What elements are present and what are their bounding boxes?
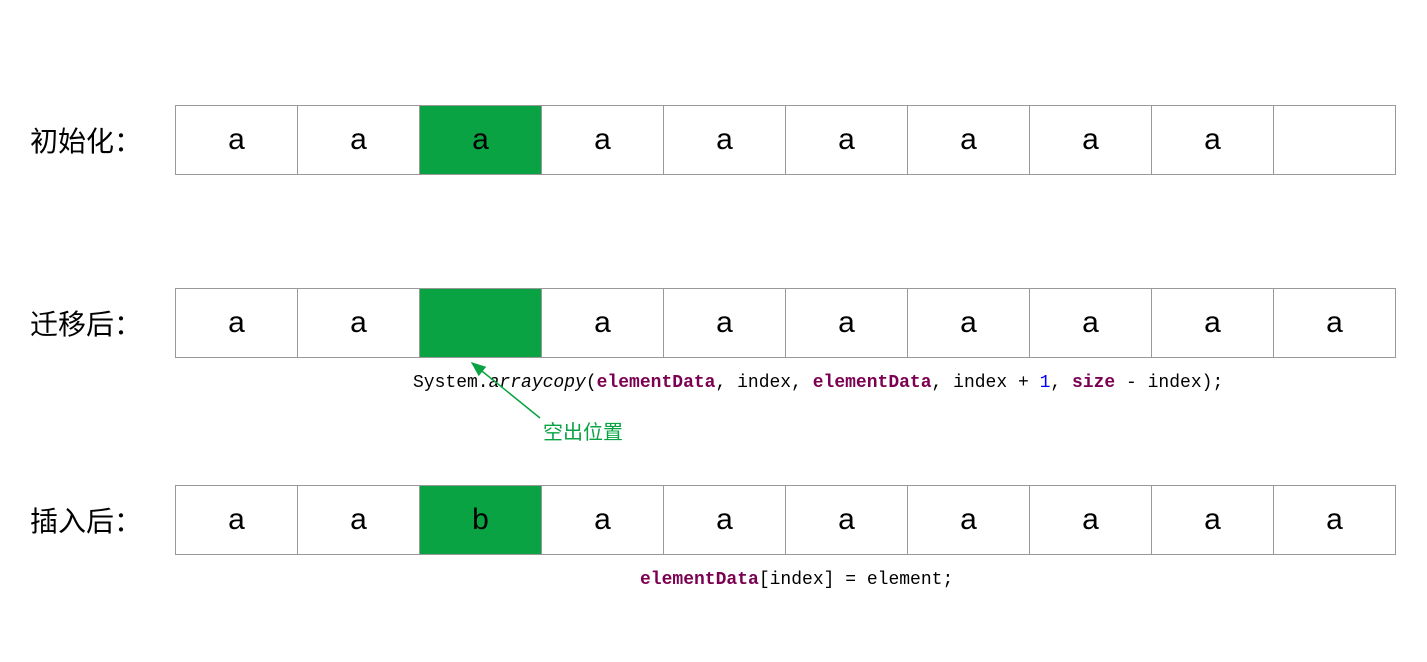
code-arg: index +: [953, 373, 1039, 393]
array-cell: a: [297, 485, 420, 555]
array-cell: a: [1029, 485, 1152, 555]
array-cell: [1273, 105, 1396, 175]
array-cell: a: [175, 105, 298, 175]
array-cell-highlighted: b: [419, 485, 542, 555]
label-initial: 初始化：: [30, 120, 175, 160]
code-text: (: [586, 373, 597, 393]
array-cell: a: [541, 485, 664, 555]
array-cell: a: [1273, 485, 1396, 555]
row-initial: 初始化： a a a a a a a a a: [30, 105, 1396, 175]
row-after-insert: 插入后： a a b a a a a a a a: [30, 485, 1396, 555]
label-after-insert: 插入后：: [30, 500, 175, 540]
array-cell: a: [1029, 105, 1152, 175]
code-arg: elementData: [597, 373, 716, 393]
code-number: 1: [1040, 373, 1051, 393]
array-cell: a: [541, 288, 664, 358]
array-cell: a: [175, 288, 298, 358]
code-assignment: elementData[index] = element;: [640, 570, 953, 590]
array-cell: a: [663, 288, 786, 358]
array-cell: a: [1029, 288, 1152, 358]
array-cell: a: [297, 105, 420, 175]
array-cell: a: [907, 105, 1030, 175]
array-cell-highlighted: a: [419, 105, 542, 175]
code-arg: size: [1072, 373, 1115, 393]
code-text: ,: [1050, 373, 1072, 393]
array-cell: a: [175, 485, 298, 555]
array-cell: a: [785, 105, 908, 175]
code-arg: index: [737, 373, 791, 393]
array-cell: a: [1151, 105, 1274, 175]
code-text: - index): [1115, 373, 1212, 393]
array-cell: a: [907, 485, 1030, 555]
code-arg: elementData: [640, 570, 759, 590]
row-after-shift: 迁移后： a a a a a a a a a: [30, 288, 1396, 358]
code-text: ;: [1212, 373, 1223, 393]
array-after-insert: a a b a a a a a a a: [175, 485, 1396, 555]
array-cell: a: [1273, 288, 1396, 358]
array-cell: a: [907, 288, 1030, 358]
code-arg: elementData: [813, 373, 932, 393]
array-cell: a: [785, 485, 908, 555]
code-text: [index] = element;: [759, 570, 953, 590]
array-cell: a: [785, 288, 908, 358]
array-after-shift: a a a a a a a a a: [175, 288, 1396, 358]
array-cell-highlighted: [419, 288, 542, 358]
array-cell: a: [297, 288, 420, 358]
array-cell: a: [1151, 288, 1274, 358]
array-cell: a: [541, 105, 664, 175]
array-initial: a a a a a a a a a: [175, 105, 1396, 175]
annotation-empty-position: 空出位置: [543, 416, 623, 445]
code-text: ,: [715, 373, 737, 393]
label-after-shift: 迁移后：: [30, 303, 175, 343]
array-cell: a: [663, 105, 786, 175]
array-cell: a: [1151, 485, 1274, 555]
code-text: ,: [932, 373, 954, 393]
code-text: ,: [791, 373, 813, 393]
array-cell: a: [663, 485, 786, 555]
